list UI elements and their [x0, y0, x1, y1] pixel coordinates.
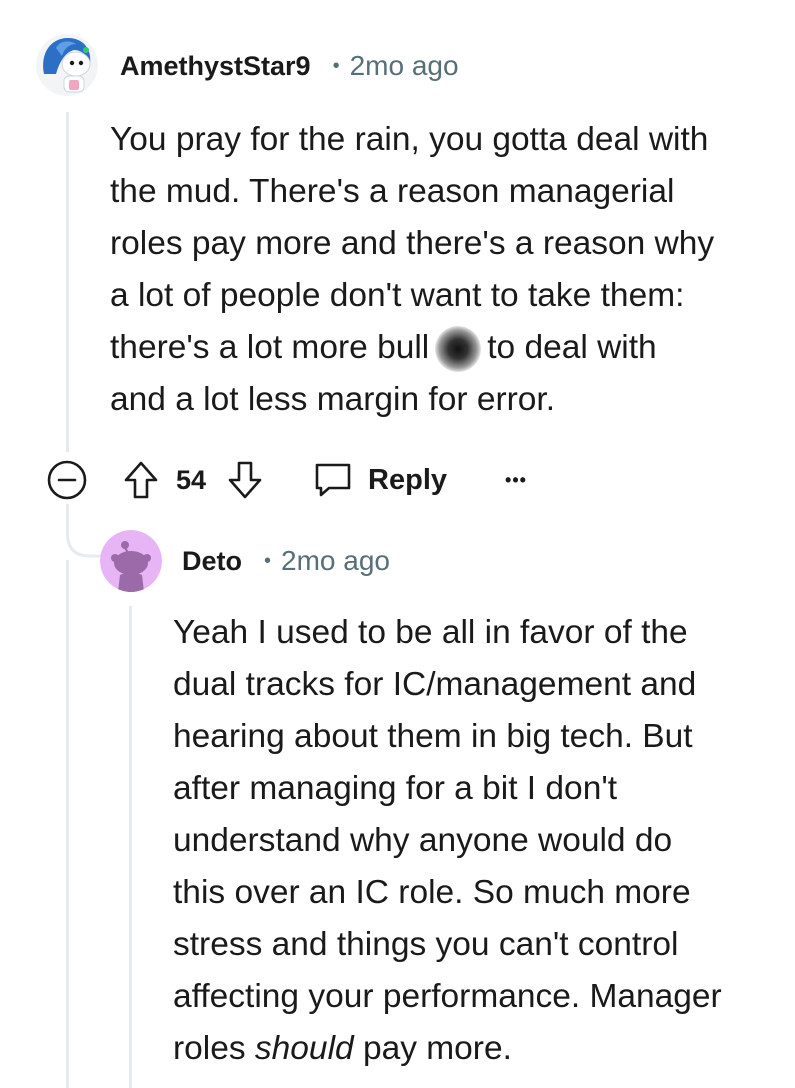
reply-button[interactable]: Reply — [312, 460, 447, 500]
thread-line[interactable] — [66, 112, 69, 452]
thread-line[interactable] — [129, 606, 132, 1088]
collapse-button[interactable] — [46, 459, 88, 501]
comment-line: stress and things you can't control — [173, 926, 679, 963]
comment-line: roles should pay more. — [173, 1023, 788, 1075]
reply-label: Reply — [368, 463, 448, 496]
blue-haired-snoo-avatar-icon — [36, 34, 98, 96]
comment-line: and a lot less margin for error. — [110, 381, 556, 418]
text-segment: pay more. — [353, 1030, 512, 1067]
meta-separator: • — [264, 549, 272, 572]
comment-body: You pray for the rain, you gotta deal wi… — [110, 114, 780, 426]
comment-age: 2mo ago — [281, 545, 390, 576]
comment-line: after managing for a bit I don't — [173, 770, 618, 807]
text-before-blur: there's a lot more bull — [110, 329, 430, 366]
censor-blur — [435, 326, 482, 373]
comment-author[interactable]: Deto — [182, 546, 242, 577]
more-options-icon[interactable]: ••• — [505, 470, 527, 491]
comment-age: 2mo ago — [349, 50, 459, 81]
parent-thread-line[interactable] — [66, 560, 69, 1088]
comment-line: the mud. There's a reason managerial — [110, 173, 675, 210]
emphasized-text: should — [254, 1030, 354, 1067]
comment-line: roles pay more and there's a reason why — [110, 225, 715, 262]
comment-line: Yeah I used to be all in favor of the — [173, 614, 688, 651]
downvote-arrow-icon — [228, 461, 262, 499]
comment-author[interactable]: AmethystStar9 — [120, 51, 311, 82]
comment-actions: 54 Reply ••• — [46, 456, 527, 504]
comment-line: understand why anyone would do — [173, 822, 673, 859]
text-after-blur: to deal with — [487, 329, 657, 366]
comment-line: hearing about them in big tech. But — [173, 718, 693, 755]
avatar[interactable] — [36, 34, 98, 96]
comment-line: this over an IC role. So much more — [173, 874, 691, 911]
meta-separator: • — [332, 54, 340, 77]
default-snoo-avatar-icon — [100, 530, 162, 592]
downvote-button[interactable] — [224, 459, 266, 501]
comment-line: there's a lot more bull to deal with — [110, 322, 780, 374]
comment-body: Yeah I used to be all in favor of the du… — [173, 607, 788, 1075]
comment-line: a lot of people don't want to take them: — [110, 277, 685, 314]
avatar[interactable] — [100, 530, 162, 592]
comment-line: You pray for the rain, you gotta deal wi… — [110, 121, 709, 158]
comment-line: dual tracks for IC/management and — [173, 666, 697, 703]
speech-bubble-icon — [315, 463, 351, 497]
vote-score: 54 — [176, 464, 207, 495]
comment-line: affecting your performance. Manager — [173, 978, 722, 1015]
text-segment: roles — [173, 1030, 255, 1067]
upvote-arrow-icon — [124, 461, 158, 499]
upvote-button[interactable] — [120, 459, 162, 501]
minus-circle-icon — [47, 460, 87, 500]
